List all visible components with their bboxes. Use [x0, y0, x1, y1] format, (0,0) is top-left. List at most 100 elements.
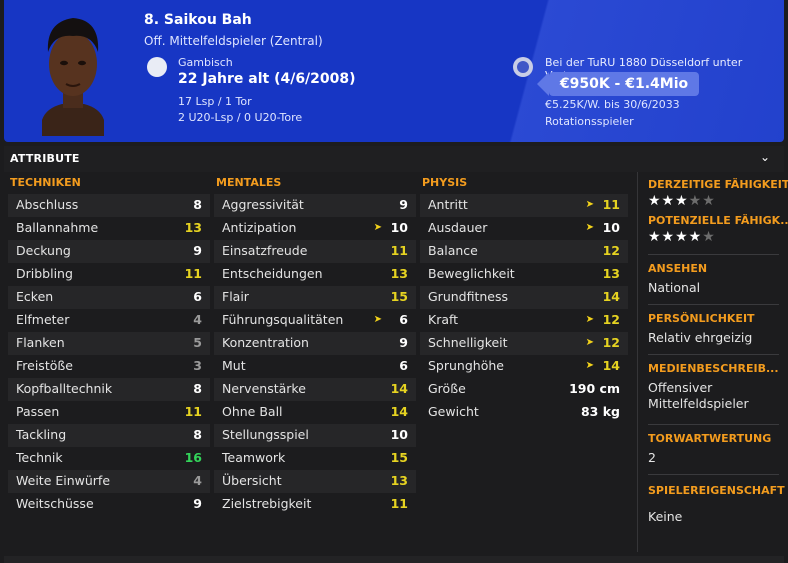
attribute-name: Entscheidungen: [222, 266, 323, 281]
player-age: 22 Jahre alt (4/6/2008): [178, 71, 356, 87]
attribute-name: Ballannahme: [16, 220, 99, 235]
club-badge-icon[interactable]: [513, 57, 533, 77]
attribute-name: Teamwork: [222, 450, 286, 465]
attribute-row[interactable]: Teamwork 15: [214, 447, 416, 470]
transfer-value-badge[interactable]: €950K - €1.4Mio: [537, 72, 699, 96]
attribute-row[interactable]: Deckung 9: [8, 240, 210, 263]
attribute-row[interactable]: Entscheidungen 13: [214, 263, 416, 286]
attribute-value: 11: [184, 404, 202, 419]
attribute-row[interactable]: Schnelligkeit ➤ 12: [420, 332, 628, 355]
attribute-row[interactable]: Antizipation ➤ 10: [214, 217, 416, 240]
attribute-row[interactable]: Freistöße 3: [8, 355, 210, 378]
attribute-row[interactable]: Ballannahme 13: [8, 217, 210, 240]
attribute-row[interactable]: Ausdauer ➤ 10: [420, 217, 628, 240]
attribute-row[interactable]: Flanken 5: [8, 332, 210, 355]
key-attribute-arrow-icon: ➤: [585, 314, 594, 325]
attribute-name: Beweglichkeit: [428, 266, 515, 281]
attribute-row[interactable]: Abschluss 8: [8, 194, 210, 217]
empty-star-icon: ★: [702, 229, 716, 245]
media-description-value: Offensiver Mittelfeldspieler: [648, 380, 749, 411]
media-description-label: MEDIENBESCHREIB...: [648, 362, 779, 375]
player-summary-panel: DERZEITIGE FÄHIGKEIT ★★★★★ POTENZIELLE F…: [637, 172, 788, 552]
attribute-value: 14: [602, 358, 620, 373]
key-attribute-arrow-icon: ➤: [373, 314, 382, 325]
attribute-row[interactable]: Flair 15: [214, 286, 416, 309]
attribute-row[interactable]: Aggressivität 9: [214, 194, 416, 217]
potential-ability-section[interactable]: POTENZIELLE FÄHIGK... ★★★★★: [648, 214, 788, 245]
attribute-row[interactable]: Konzentration 9: [214, 332, 416, 355]
attribute-value: 9: [193, 243, 202, 258]
attribute-row[interactable]: Beweglichkeit 13: [420, 263, 628, 286]
attribute-row[interactable]: Balance 12: [420, 240, 628, 263]
attribute-name: Grundfitness: [428, 289, 509, 304]
current-ability-section[interactable]: DERZEITIGE FÄHIGKEIT ★★★★★: [648, 178, 788, 209]
attribute-name: Ecken: [16, 289, 54, 304]
attribute-name: Abschluss: [16, 197, 79, 212]
chevron-down-icon[interactable]: ⌄: [760, 150, 770, 164]
mental-attributes-column: MENTALES Aggressivität 9 Antizipation ➤ 10 …: [214, 176, 416, 516]
attribute-row[interactable]: Kraft ➤ 12: [420, 309, 628, 332]
attribute-row[interactable]: Zielstrebigkeit 11: [214, 493, 416, 516]
attribute-name: Zielstrebigkeit: [222, 496, 312, 511]
attribute-name: Weite Einwürfe: [16, 473, 111, 488]
attributes-section-bar[interactable]: [4, 146, 784, 172]
attribute-name: Mut: [222, 358, 246, 373]
player-position: Off. Mittelfeldspieler (Zentral): [144, 34, 323, 48]
weight-label: Gewicht: [428, 404, 479, 419]
player-traits-value: Keine: [648, 509, 683, 524]
player-nationality[interactable]: Gambisch: [178, 56, 233, 69]
attribute-name: Weitschüsse: [16, 496, 94, 511]
bottom-bar: [4, 556, 784, 563]
attribute-value: 14: [390, 404, 408, 419]
attribute-name: Dribbling: [16, 266, 73, 281]
personality-section: PERSÖNLICHKEIT Relativ ehrgeizig: [648, 312, 788, 346]
attribute-row[interactable]: Technik 16: [8, 447, 210, 470]
attribute-value: 11: [390, 496, 408, 511]
attribute-value: 14: [602, 289, 620, 304]
attribute-row[interactable]: Antritt ➤ 11: [420, 194, 628, 217]
attribute-row[interactable]: Weite Einwürfe 4: [8, 470, 210, 493]
attribute-value: 11: [184, 266, 202, 281]
key-attribute-arrow-icon: ➤: [585, 222, 594, 233]
attribute-row[interactable]: Führungsqualitäten ➤ 6: [214, 309, 416, 332]
player-name: 8. Saikou Bah: [144, 12, 252, 28]
attribute-value: 10: [602, 220, 620, 235]
attribute-name: Sprunghöhe: [428, 358, 504, 373]
attribute-row[interactable]: Ohne Ball 14: [214, 401, 416, 424]
attribute-value: 11: [602, 197, 620, 212]
attribute-value: 15: [390, 289, 408, 304]
attribute-row[interactable]: Tackling 8: [8, 424, 210, 447]
attribute-value: 16: [184, 450, 202, 465]
attribute-row[interactable]: Nervenstärke 14: [214, 378, 416, 401]
attribute-name: Antritt: [428, 197, 468, 212]
attribute-row[interactable]: Ecken 6: [8, 286, 210, 309]
player-header: 8. Saikou Bah Off. Mittelfeldspieler (Ze…: [4, 0, 784, 142]
attribute-row[interactable]: Elfmeter 4: [8, 309, 210, 332]
goalkeeper-rating-value: 2: [648, 450, 656, 465]
attribute-value: 4: [193, 473, 202, 488]
attribute-value: 13: [602, 266, 620, 281]
key-attribute-arrow-icon: ➤: [585, 337, 594, 348]
attributes-title: ATTRIBUTE: [10, 152, 80, 165]
attribute-row[interactable]: Dribbling 11: [8, 263, 210, 286]
attribute-value: 11: [390, 243, 408, 258]
divider: [648, 254, 779, 255]
divider: [648, 304, 779, 305]
attribute-row[interactable]: Übersicht 13: [214, 470, 416, 493]
attribute-value: 15: [390, 450, 408, 465]
physical-attributes-column: PHYSIS Antritt ➤ 11 Ausdauer ➤ 10 Balance 12 …: [420, 176, 628, 424]
attribute-value: 6: [193, 289, 202, 304]
attribute-row[interactable]: Einsatzfreude 11: [214, 240, 416, 263]
nationality-flag-icon[interactable]: [147, 57, 167, 77]
attribute-row[interactable]: Mut 6: [214, 355, 416, 378]
attribute-row[interactable]: Kopfballtechnik 8: [8, 378, 210, 401]
attribute-row[interactable]: Passen 11: [8, 401, 210, 424]
attribute-name: Balance: [428, 243, 478, 258]
player-profile-page: 8. Saikou Bah Off. Mittelfeldspieler (Ze…: [0, 0, 788, 563]
attribute-row[interactable]: Stellungsspiel 10: [214, 424, 416, 447]
height-label: Größe: [428, 381, 466, 396]
attribute-row[interactable]: Grundfitness 14: [420, 286, 628, 309]
attribute-row[interactable]: Weitschüsse 9: [8, 493, 210, 516]
attribute-row[interactable]: Sprunghöhe ➤ 14: [420, 355, 628, 378]
attribute-value: 8: [193, 427, 202, 442]
